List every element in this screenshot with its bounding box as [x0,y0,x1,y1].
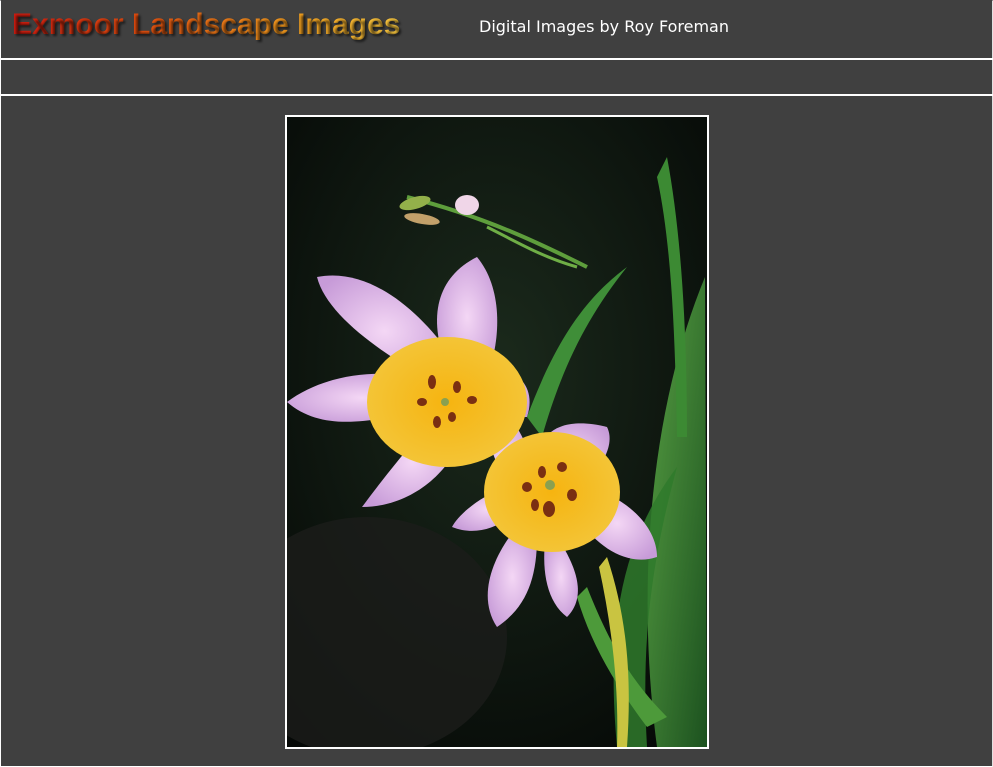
site-subtitle: Digital Images by Roy Foreman [479,17,729,36]
flower-photo [287,117,707,747]
site-header: Exmoor Landscape Images Digital Images b… [0,0,993,60]
featured-photo[interactable] [285,115,709,749]
navigation-bar [0,60,993,96]
site-title[interactable]: Exmoor Landscape Images [12,8,400,42]
